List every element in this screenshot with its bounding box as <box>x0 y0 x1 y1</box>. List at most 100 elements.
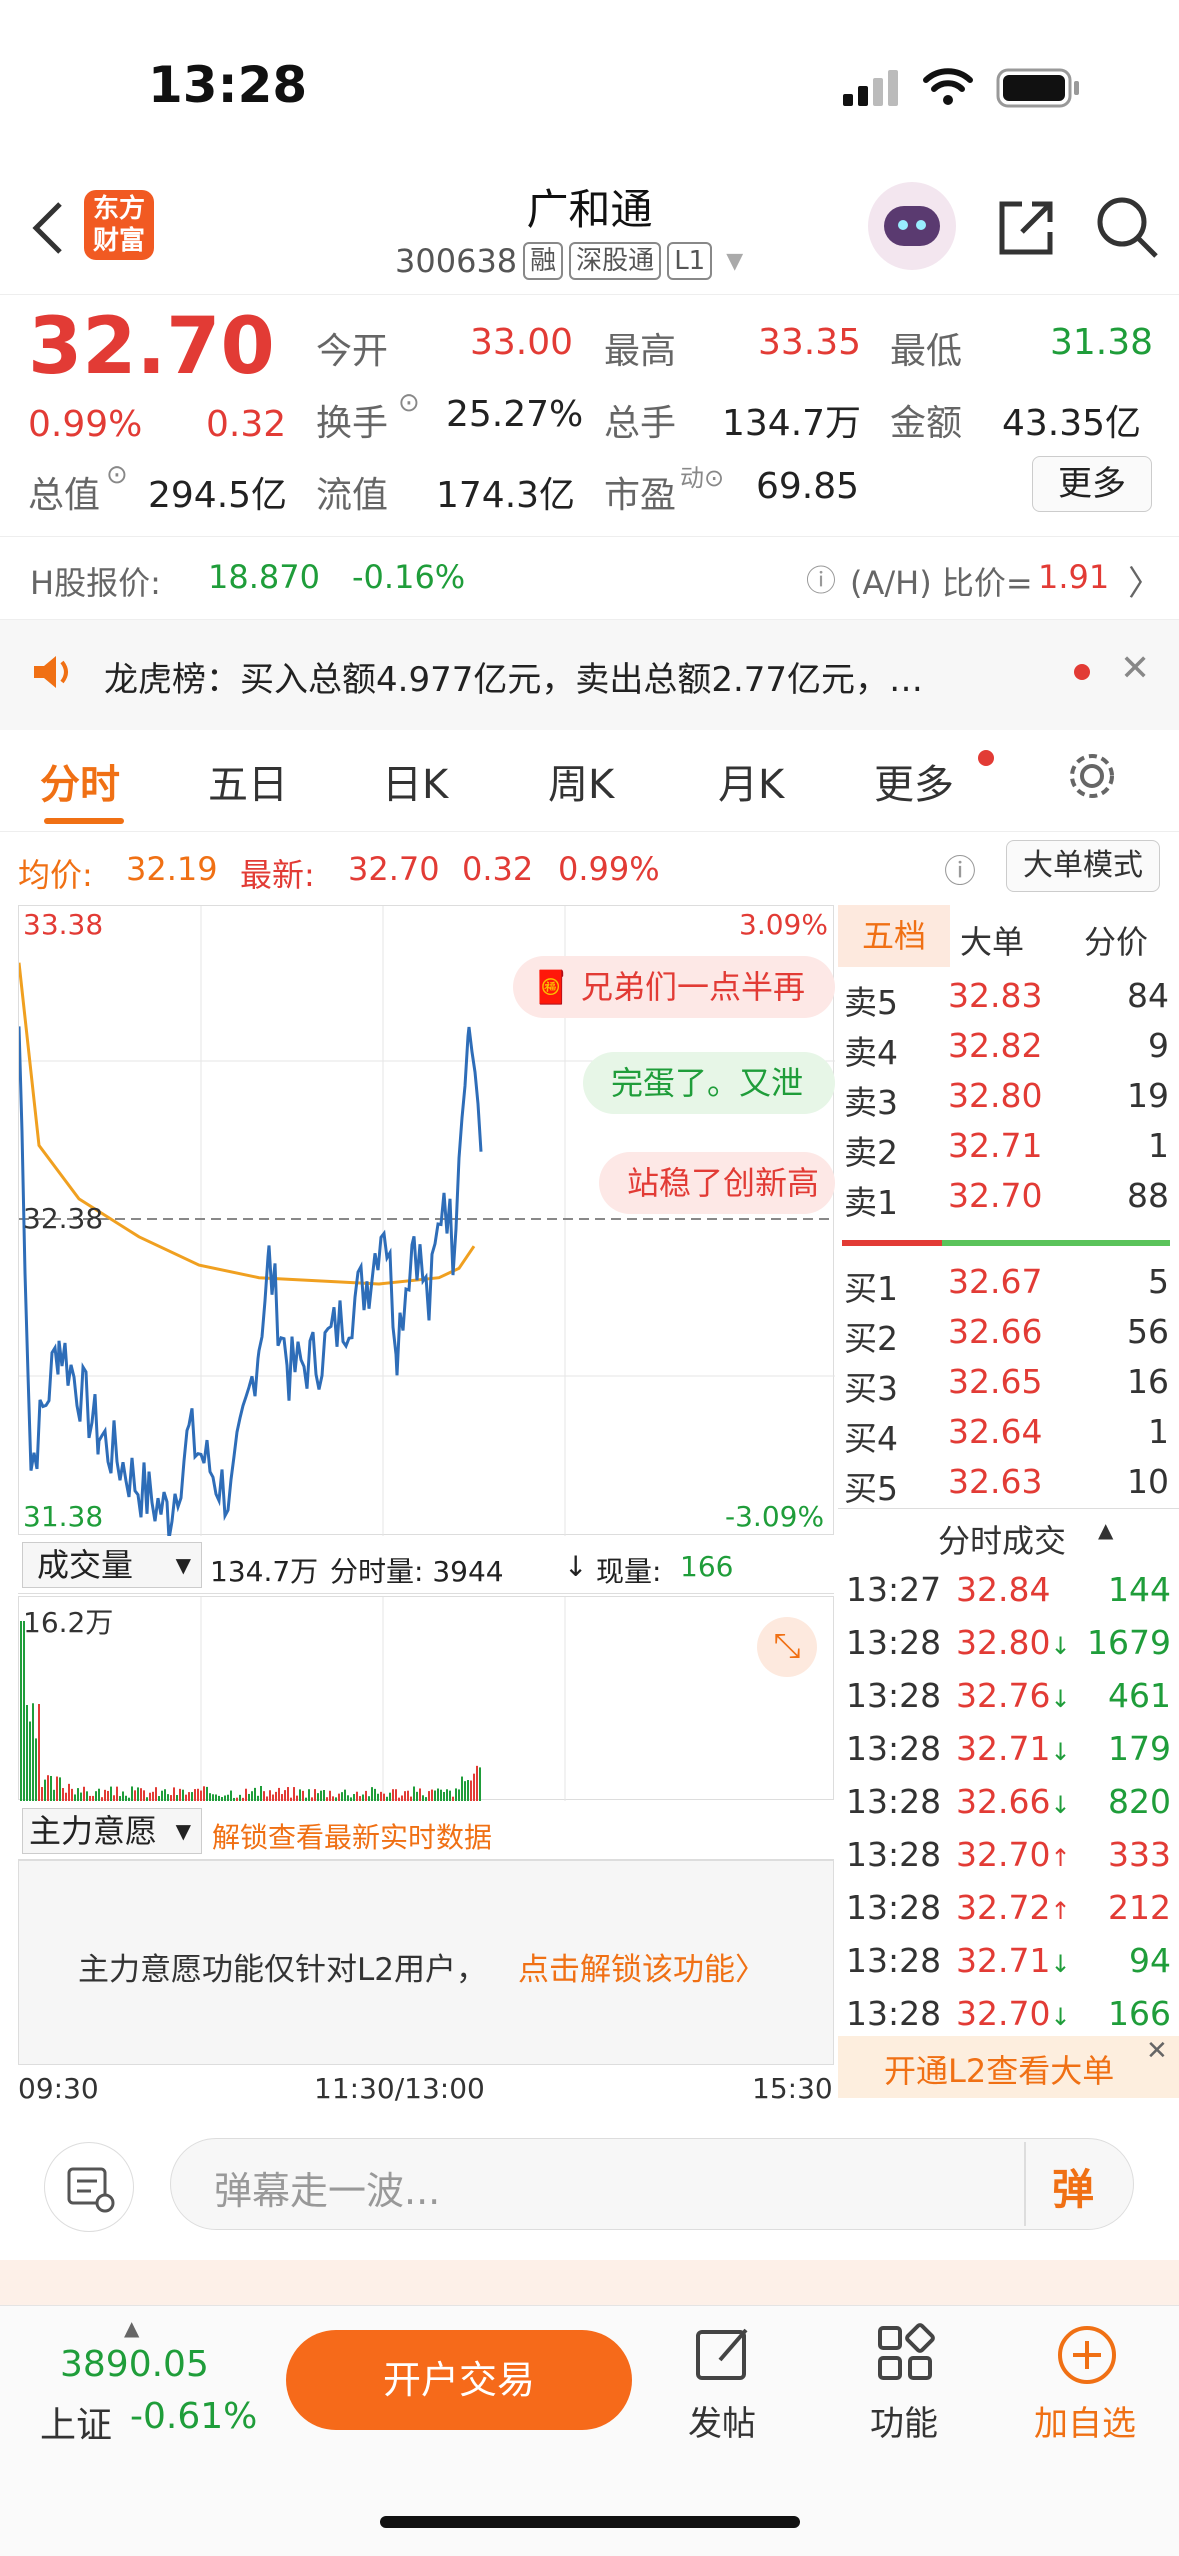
close-icon[interactable]: ✕ <box>1146 2036 1168 2066</box>
level-label: 买2 <box>844 1319 898 1358</box>
tab-more[interactable]: 更多 <box>874 752 954 810</box>
tab-5day[interactable]: 五日 <box>208 752 288 810</box>
label-pe: 市盈 <box>604 475 677 516</box>
volume-bar <box>44 1779 46 1801</box>
index-value[interactable]: 3890.05 <box>60 2344 209 2385</box>
tab-big-order[interactable]: 大单 <box>960 917 1024 963</box>
level-qty: 1 <box>1148 1412 1169 1451</box>
x-label-open: 09:30 <box>18 2072 99 2105</box>
settings-icon[interactable] <box>1066 750 1118 802</box>
tab-monthly[interactable]: 月K <box>718 752 784 810</box>
trade-row: 13:28 32.80↓ 1679 <box>838 1623 1179 1673</box>
volume-bar <box>365 1790 367 1801</box>
trade-price: 32.70↑ <box>956 1835 1071 1874</box>
volume-bar <box>257 1795 259 1801</box>
danmu-2[interactable]: 完蛋了。又泄 <box>583 1052 835 1114</box>
volume-bar <box>152 1791 154 1801</box>
send-danmu-button[interactable]: 弹 <box>1052 2156 1094 2217</box>
open-account-button[interactable]: 开户交易 <box>286 2330 632 2430</box>
volume-chart[interactable]: 16.2万 ⤡ <box>18 1596 834 1801</box>
help-icon[interactable]: ⓘ <box>806 556 836 600</box>
tab-intraday[interactable]: 分时 <box>40 752 120 810</box>
stock-code-row[interactable]: 300638 融 深股通 L1 ▼ <box>395 242 743 280</box>
volume-bar <box>182 1789 184 1801</box>
help-icon[interactable]: ⓘ <box>944 846 976 892</box>
share-icon[interactable] <box>994 196 1058 260</box>
volume-bar <box>101 1797 103 1801</box>
trade-time: 13:28 <box>846 1623 942 1662</box>
volume-bar <box>383 1793 385 1801</box>
last-price: 32.70 <box>28 302 275 392</box>
vol-now: 166 <box>680 1550 734 1583</box>
tab-five-level[interactable]: 五档 <box>838 905 950 967</box>
close-icon[interactable]: ✕ <box>1120 648 1150 689</box>
volume-bar <box>245 1788 247 1801</box>
assistant-avatar[interactable] <box>868 182 956 270</box>
volume-bar <box>68 1783 70 1801</box>
more-button[interactable]: 更多 <box>1032 456 1152 512</box>
volume-bar <box>398 1797 400 1801</box>
volume-bar <box>362 1794 364 1801</box>
volume-bar <box>23 1621 25 1801</box>
volume-bar <box>56 1776 58 1801</box>
volume-bar <box>425 1797 427 1801</box>
info-icon[interactable]: ⊙ <box>398 388 420 418</box>
volume-bar <box>77 1788 79 1801</box>
trade-time: 13:28 <box>846 1729 942 1768</box>
volume-bar <box>158 1796 160 1801</box>
volume-bar <box>119 1796 121 1801</box>
danmu-3[interactable]: 站稳了创新高 <box>599 1152 835 1214</box>
volume-bar <box>140 1788 142 1801</box>
volume-bar <box>395 1789 397 1801</box>
volume-bar <box>89 1795 91 1801</box>
volume-bar <box>92 1795 94 1801</box>
bigorder-mode-button[interactable]: 大单模式 <box>1006 840 1160 892</box>
tab-daily[interactable]: 日K <box>382 752 448 810</box>
danmu-1[interactable]: 🧧 兄弟们一点半再 <box>513 956 835 1018</box>
add-watchlist-button[interactable]: 加自选 <box>1034 2396 1136 2445</box>
trade-time: 13:28 <box>846 1676 942 1715</box>
trade-price: 32.71↓ <box>956 1729 1071 1768</box>
volume-bar <box>293 1787 295 1801</box>
volume-select[interactable]: 成交量 ▼ <box>22 1542 202 1588</box>
pe-info-icon[interactable]: 动⊙ <box>680 458 724 493</box>
unlock-link[interactable]: 解锁查看最新实时数据 <box>212 1816 492 1856</box>
volume-bar <box>170 1795 172 1801</box>
grid-icon <box>878 2323 935 2380</box>
trade-qty: 820 <box>1108 1782 1171 1821</box>
volume-bar <box>194 1789 196 1801</box>
post-button[interactable]: 发帖 <box>688 2396 756 2445</box>
indicator-select[interactable]: 主力意愿 ▼ <box>22 1808 202 1854</box>
volume-bar <box>218 1795 220 1801</box>
volume-bar <box>233 1797 235 1801</box>
volume-svg <box>20 1597 566 1801</box>
level-label: 卖4 <box>844 1033 898 1072</box>
volume-bar <box>371 1787 373 1801</box>
volume-bar <box>326 1797 328 1801</box>
level-price: 32.64 <box>948 1412 1043 1451</box>
volume-bar <box>335 1797 337 1801</box>
volume-bar <box>317 1793 319 1801</box>
new-change: 0.32 <box>462 850 534 888</box>
info-icon[interactable]: ⊙ <box>106 460 128 490</box>
tab-price-dist[interactable]: 分价 <box>1084 917 1148 963</box>
volume-bar <box>185 1794 187 1801</box>
chevron-right-icon: 〉 <box>1128 564 1162 604</box>
danmu-settings-button[interactable] <box>44 2142 134 2232</box>
volume-bar <box>272 1794 274 1801</box>
trade-time: 13:28 <box>846 1941 942 1980</box>
label-volume: 总手 <box>604 403 677 444</box>
tag-margin: 融 <box>523 242 564 280</box>
search-icon[interactable] <box>1094 194 1162 262</box>
promo-strip <box>0 2260 1179 2306</box>
volume-bar <box>296 1795 298 1801</box>
tab-weekly[interactable]: 周K <box>548 752 614 810</box>
volume-bar <box>338 1793 340 1801</box>
expand-icon[interactable]: ⤡ <box>757 1617 817 1677</box>
sort-up-icon[interactable]: ▲ <box>1098 1518 1113 1542</box>
intraday-chart[interactable]: 33.38 32.38 31.38 3.09% -3.09% 🧧 兄弟们一点半再… <box>18 905 835 1536</box>
indicator-unlock-link[interactable]: 点击解锁该功能〉 <box>518 1944 766 1989</box>
label-low: 最低 <box>890 331 963 372</box>
function-button[interactable]: 功能 <box>870 2396 938 2445</box>
tab-underline <box>44 818 124 824</box>
